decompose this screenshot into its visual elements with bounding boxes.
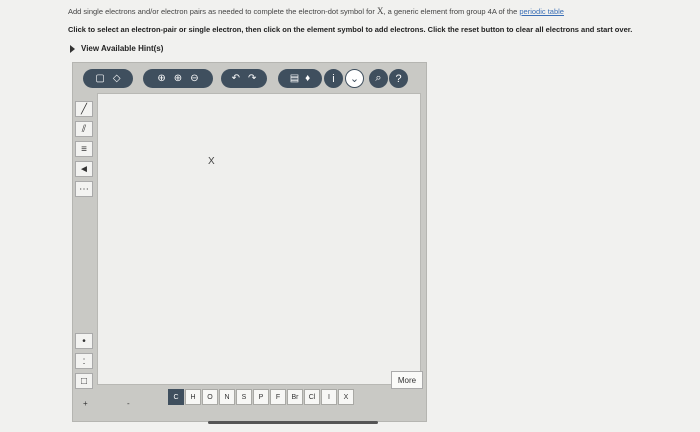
- zoom-fit-icon[interactable]: ⊕: [157, 73, 165, 84]
- drawing-canvas[interactable]: X: [97, 93, 421, 385]
- zoom-in-icon[interactable]: ⊕: [174, 73, 182, 84]
- more-elements-button[interactable]: More: [391, 371, 423, 389]
- wedge-bond-tool-icon[interactable]: ◄: [75, 161, 93, 177]
- electron-pair-tool[interactable]: :: [75, 353, 93, 369]
- periodic-row: C H O N S P F Br Cl I X: [168, 389, 354, 405]
- element-button-c[interactable]: C: [168, 389, 184, 405]
- template-icon[interactable]: ▤: [290, 73, 299, 84]
- charge-plus-button[interactable]: +: [83, 399, 88, 408]
- lightbulb-icon[interactable]: ♦: [305, 73, 310, 84]
- history-tool-group[interactable]: ↶ ↷: [221, 69, 267, 88]
- element-button-h[interactable]: H: [185, 389, 201, 405]
- element-button-s[interactable]: S: [236, 389, 252, 405]
- electron-pair-label: :: [82, 355, 86, 367]
- instruction-line-2: Click to select an electron-pair or sing…: [68, 25, 633, 34]
- view-tool-group[interactable]: ▤ ♦: [278, 69, 322, 88]
- horizontal-scrollbar[interactable]: [208, 421, 378, 424]
- zoom-tool-group[interactable]: ⊕ ⊕ ⊖: [143, 69, 213, 88]
- help-icon[interactable]: ?: [389, 69, 408, 88]
- editor-toolbar: ▢ ◇ ⊕ ⊕ ⊖ ↶ ↷ ▤ ♦ i ⌄ ⌕ ?: [73, 63, 426, 93]
- undo-icon[interactable]: ↶: [232, 73, 240, 84]
- instruction-text-mid: , a generic element from group 4A of the: [383, 7, 520, 16]
- eraser-icon[interactable]: ◇: [113, 73, 121, 84]
- double-bond-tool-icon[interactable]: ⫽: [75, 121, 93, 137]
- box-tool-icon[interactable]: □: [75, 373, 93, 389]
- hints-label: View Available Hint(s): [81, 44, 164, 53]
- element-button-n[interactable]: N: [219, 389, 235, 405]
- element-button-f[interactable]: F: [270, 389, 286, 405]
- dash-bond-tool-icon[interactable]: ⋯: [75, 181, 93, 197]
- info-icon[interactable]: i: [324, 69, 343, 88]
- select-icon[interactable]: ▢: [95, 73, 104, 84]
- redo-icon[interactable]: ↷: [248, 73, 256, 84]
- editor-sidebar: ╱ ⫽ ≡ ◄ ⋯ • : □ +: [73, 93, 95, 421]
- reset-tool-group[interactable]: ▢ ◇: [83, 69, 133, 88]
- instruction-text: Add single electrons and/or electron pai…: [68, 7, 377, 16]
- element-button-cl[interactable]: Cl: [304, 389, 320, 405]
- instruction-line-1: Add single electrons and/or electron pai…: [68, 6, 564, 16]
- electron-dot-editor: ▢ ◇ ⊕ ⊕ ⊖ ↶ ↷ ▤ ♦ i ⌄ ⌕ ? ╱ ⫽ ≡ ◄ ⋯ • : …: [72, 62, 427, 422]
- element-button-x[interactable]: X: [338, 389, 354, 405]
- charge-minus-button[interactable]: -: [127, 399, 130, 408]
- triple-bond-tool-icon[interactable]: ≡: [75, 141, 93, 157]
- view-hints-toggle[interactable]: View Available Hint(s): [70, 44, 163, 53]
- element-symbol[interactable]: X: [208, 156, 215, 167]
- single-electron-tool[interactable]: •: [75, 333, 93, 349]
- periodic-table-link[interactable]: periodic table: [519, 7, 564, 16]
- caret-right-icon: [70, 44, 75, 53]
- element-button-o[interactable]: O: [202, 389, 218, 405]
- element-button-i[interactable]: I: [321, 389, 337, 405]
- element-button-br[interactable]: Br: [287, 389, 303, 405]
- info-label: i: [332, 72, 335, 85]
- zoom-out-icon[interactable]: ⊖: [190, 73, 198, 84]
- chevron-down-icon[interactable]: ⌄: [345, 69, 364, 88]
- help-label: ?: [395, 72, 402, 85]
- single-bond-tool-icon[interactable]: ╱: [75, 101, 93, 117]
- search-icon[interactable]: ⌕: [369, 69, 388, 88]
- element-button-p[interactable]: P: [253, 389, 269, 405]
